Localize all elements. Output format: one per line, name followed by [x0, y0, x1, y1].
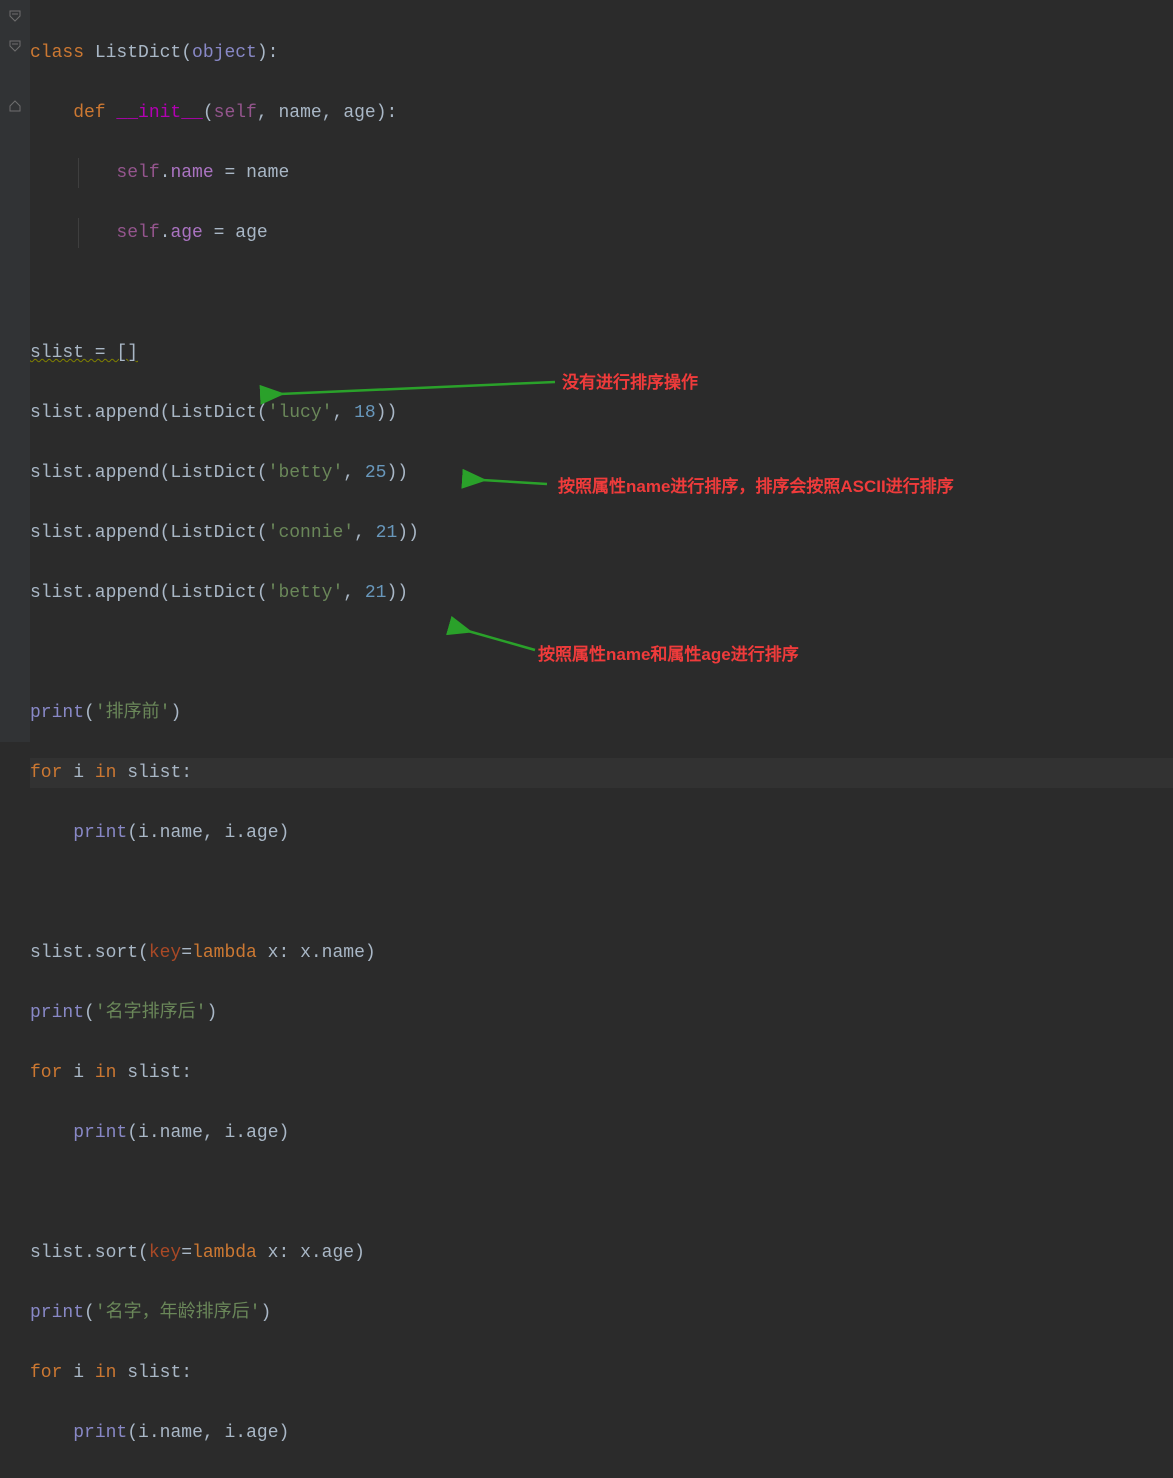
code-line: print(i.name, i.age) [30, 1118, 1173, 1148]
fold-icon[interactable] [9, 10, 21, 22]
fold-icon[interactable] [9, 40, 21, 52]
arrow-icon [472, 470, 552, 490]
code-line: self.age = age [30, 218, 1173, 248]
code-line: print('排序前') [30, 698, 1173, 728]
code-line: print('名字排序后') [30, 998, 1173, 1028]
code-line: self.name = name [30, 158, 1173, 188]
code-line: slist.append(ListDict('lucy', 18)) [30, 398, 1173, 428]
code-line: class ListDict(object): [30, 38, 1173, 68]
arrow-icon [460, 625, 540, 655]
code-line: slist.append(ListDict('betty', 21)) [30, 578, 1173, 608]
annotation-text: 没有进行排序操作 [562, 368, 698, 398]
code-line: def __init__(self, name, age): [30, 98, 1173, 128]
fold-end-icon[interactable] [9, 100, 21, 112]
code-line [30, 278, 1173, 308]
annotation-text: 按照属性name和属性age进行排序 [538, 640, 799, 670]
code-line: print(i.name, i.age) [30, 818, 1173, 848]
code-line: slist = [] [30, 338, 1173, 368]
arrow-icon [270, 370, 560, 400]
code-line: slist.append(ListDict('connie', 21)) [30, 518, 1173, 548]
code-editor[interactable]: class ListDict(object): def __init__(sel… [30, 8, 1173, 1478]
code-line: slist.sort(key=lambda x: x.name) [30, 938, 1173, 968]
annotation-text: 按照属性name进行排序，排序会按照ASCII进行排序 [558, 472, 954, 502]
code-line: slist.sort(key=lambda x: x.age) [30, 1238, 1173, 1268]
code-line [30, 1178, 1173, 1208]
code-line: print(i.name, i.age) [30, 1418, 1173, 1448]
code-line: for i in slist: [30, 1058, 1173, 1088]
editor-gutter [0, 0, 30, 742]
code-line: for i in slist: [30, 758, 1173, 788]
code-line: for i in slist: [30, 1358, 1173, 1388]
code-line: print('名字，年龄排序后') [30, 1298, 1173, 1328]
code-line [30, 878, 1173, 908]
